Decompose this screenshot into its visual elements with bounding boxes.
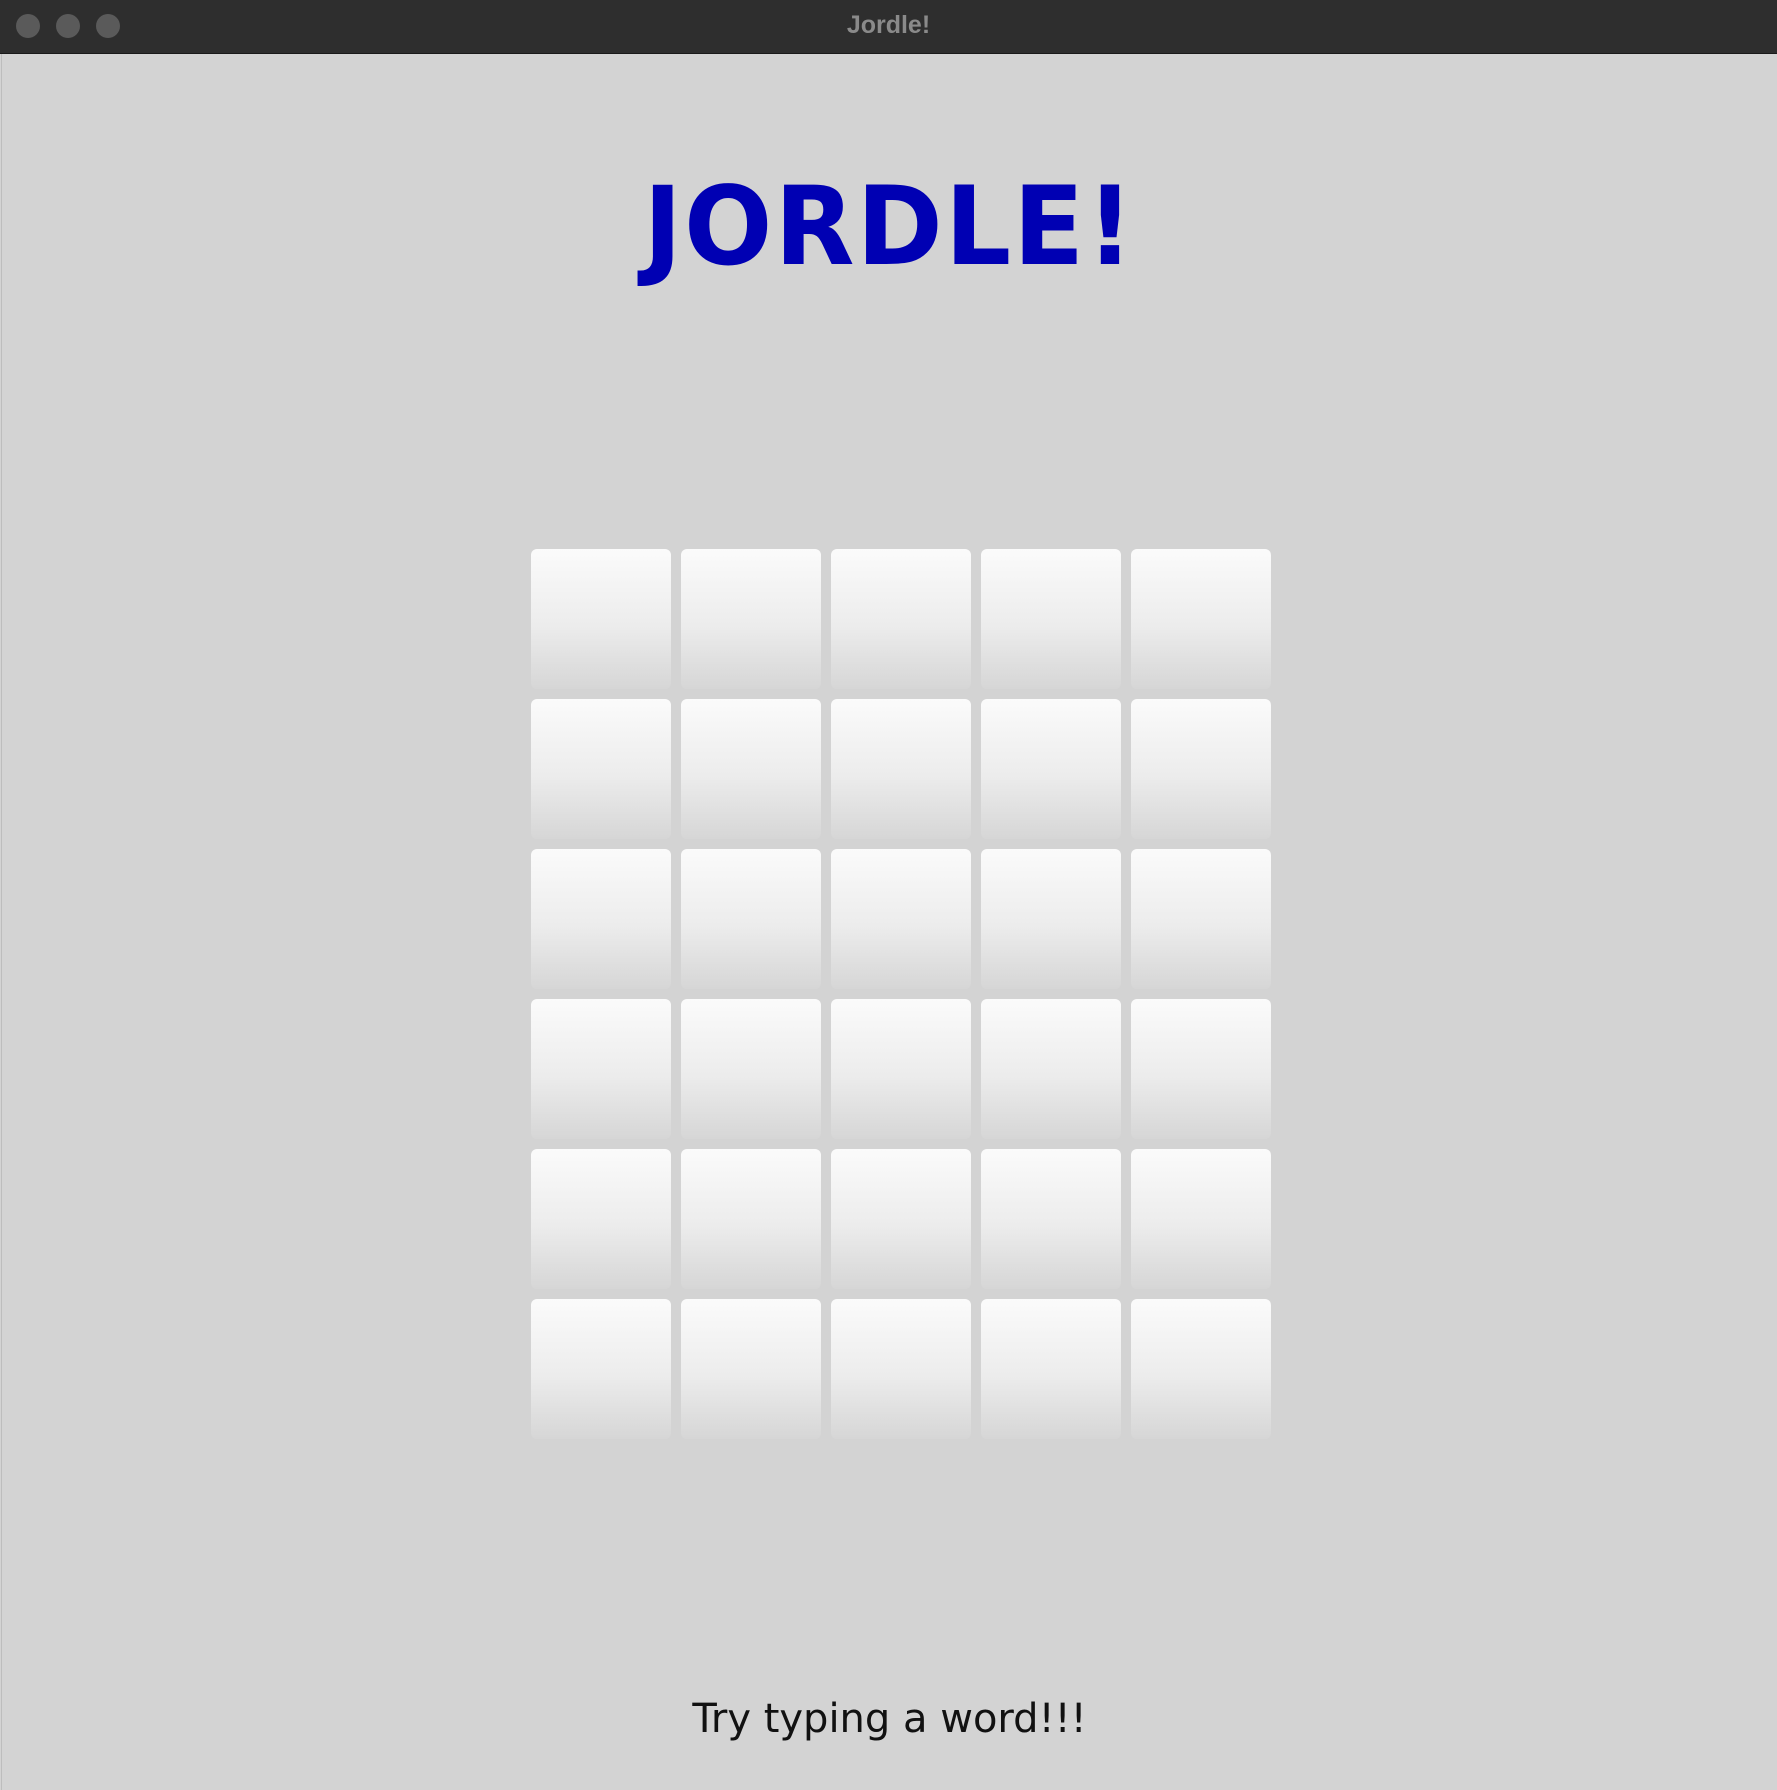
letter-tile (981, 699, 1121, 839)
letter-tile (681, 549, 821, 689)
letter-tile (1131, 1149, 1271, 1289)
letter-tile (1131, 1299, 1271, 1439)
letter-tile (981, 549, 1121, 689)
letter-tile (531, 849, 671, 989)
game-title: JORDLE! (643, 161, 1136, 291)
letter-tile (831, 999, 971, 1139)
title-bar: Jordle! (0, 0, 1777, 54)
letter-tile (681, 1149, 821, 1289)
letter-grid (531, 549, 1273, 1439)
letter-tile (831, 1149, 971, 1289)
letter-tile (531, 999, 671, 1139)
window-title: Jordle! (846, 11, 931, 39)
letter-tile (1131, 999, 1271, 1139)
letter-tile (531, 1299, 671, 1439)
letter-tile (531, 549, 671, 689)
letter-tile (681, 1299, 821, 1439)
letter-tile (531, 1149, 671, 1289)
letter-tile (981, 1149, 1121, 1289)
letter-tile (681, 849, 821, 989)
letter-tile (531, 699, 671, 839)
letter-tile (831, 549, 971, 689)
app-window: Jordle! JORDLE! Try typing a word!!! (0, 0, 1777, 1790)
status-message: Try typing a word!!! (692, 1696, 1087, 1742)
letter-tile (831, 699, 971, 839)
letter-tile (681, 999, 821, 1139)
letter-tile (831, 849, 971, 989)
letter-tile (1131, 699, 1271, 839)
letter-tile (831, 1299, 971, 1439)
letter-tile (981, 849, 1121, 989)
letter-tile (981, 1299, 1121, 1439)
letter-tile (1131, 549, 1271, 689)
letter-tile (681, 699, 821, 839)
letter-tile (1131, 849, 1271, 989)
game-content: JORDLE! Try typing a word!!! (1, 54, 1777, 1790)
letter-tile (981, 999, 1121, 1139)
